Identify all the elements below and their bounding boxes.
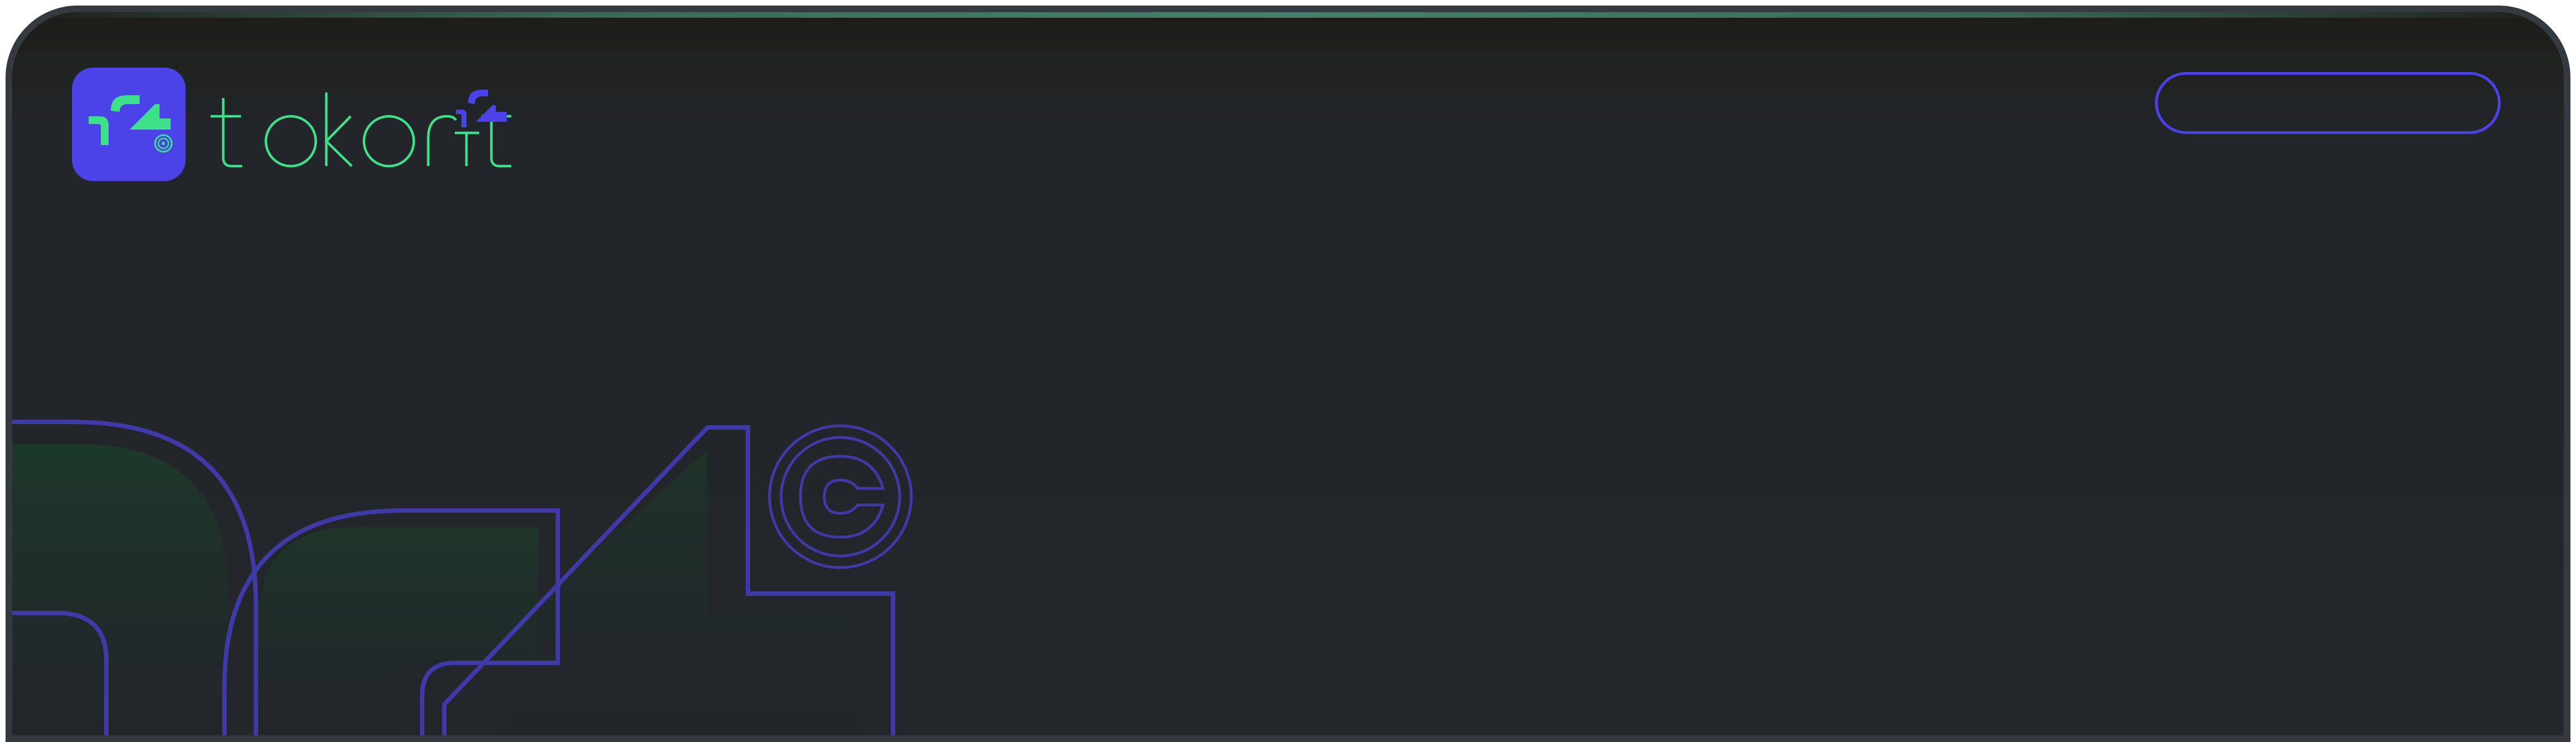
hero-filled-shapes: [12, 444, 860, 742]
app-window: [6, 6, 2570, 742]
hero-illustration: [12, 420, 913, 742]
header-pill-button[interactable]: [2155, 72, 2501, 134]
window-bottom-edge: [12, 735, 2564, 742]
hero-copyright-icon: [768, 424, 913, 569]
